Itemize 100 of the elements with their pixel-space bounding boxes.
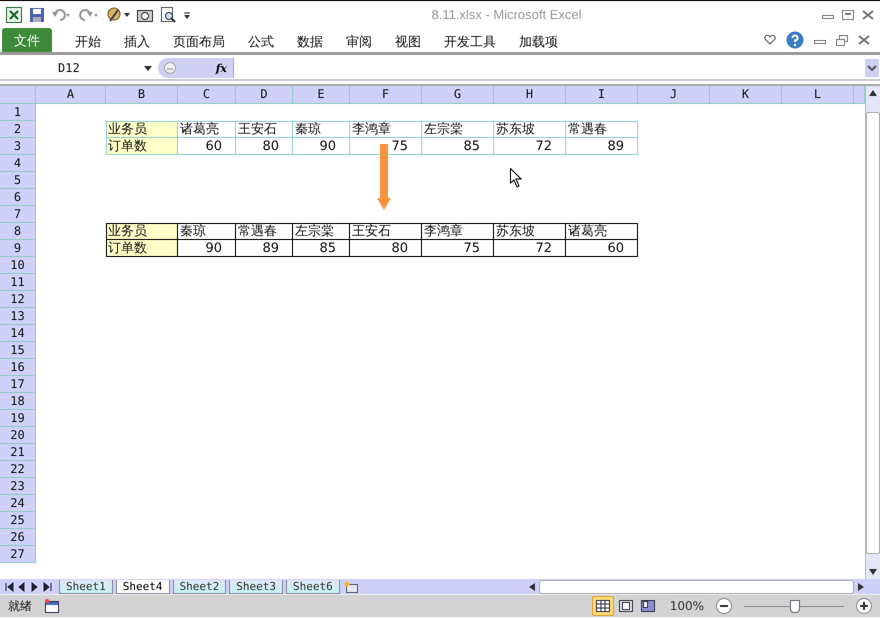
row-header[interactable]: 26 (0, 529, 36, 546)
restore-icon[interactable] (836, 34, 848, 46)
table-cell: 90 (293, 138, 350, 155)
close-icon[interactable] (862, 10, 874, 20)
undo-icon[interactable] (52, 8, 72, 22)
zoom-slider-thumb[interactable] (790, 600, 800, 612)
excel-logo-icon[interactable] (6, 6, 22, 22)
status-text: 就绪 (8, 598, 32, 614)
scroll-down-icon[interactable] (868, 569, 878, 575)
row-header[interactable]: 5 (0, 172, 36, 189)
sheet-tab[interactable]: Sheet2 (172, 580, 226, 594)
window-title: 8.11.xlsx - Microsoft Excel (430, 7, 583, 22)
row-header[interactable]: 11 (0, 274, 36, 291)
scroll-up-icon[interactable] (868, 90, 878, 96)
row-header[interactable]: 17 (0, 376, 36, 393)
row-header[interactable]: 19 (0, 410, 36, 427)
sheet-tab[interactable]: Sheet1 (59, 580, 113, 594)
scroll-right-icon[interactable] (858, 582, 864, 592)
row-header[interactable]: 22 (0, 461, 36, 478)
row-header[interactable]: 24 (0, 495, 36, 512)
table-cell: 75 (350, 138, 422, 155)
row-header[interactable]: 27 (0, 546, 36, 563)
scroll-left-icon[interactable] (529, 582, 535, 592)
sheet-tab[interactable]: Sheet4 (116, 580, 170, 594)
table-cell: 李鸿章 (422, 223, 494, 240)
ribbon-tab[interactable]: 插入 (124, 28, 150, 52)
row-header[interactable]: 16 (0, 359, 36, 376)
ribbon-tab[interactable]: 数据 (297, 28, 323, 52)
ribbon-tab[interactable]: 开发工具 (444, 28, 496, 52)
zoom-in-icon[interactable] (856, 598, 872, 614)
dropdown-caret-icon[interactable] (144, 66, 152, 70)
sheet-tab[interactable]: Sheet3 (229, 580, 283, 594)
ribbon-tab[interactable]: 视图 (395, 28, 421, 52)
heart-icon[interactable] (764, 35, 776, 45)
ribbon-tab[interactable]: 开始 (75, 28, 101, 52)
camera-icon[interactable] (137, 8, 153, 22)
row-header[interactable]: 8 (0, 223, 36, 240)
close-icon[interactable] (858, 35, 870, 45)
normal-view-button[interactable] (592, 596, 614, 616)
table-cell: 王安石 (236, 121, 293, 138)
table-cell: 订单数 (106, 138, 178, 155)
column-header[interactable]: A (36, 86, 106, 104)
row-header[interactable]: 7 (0, 206, 36, 223)
row-header[interactable]: 25 (0, 512, 36, 529)
maximize-icon[interactable] (842, 10, 854, 20)
expand-caret-icon[interactable] (865, 59, 879, 77)
help-icon[interactable] (786, 31, 804, 49)
row-header[interactable]: 23 (0, 478, 36, 495)
print-preview-icon[interactable] (160, 6, 176, 22)
column-header[interactable]: F (350, 86, 422, 104)
table-cell: 90 (178, 240, 236, 257)
column-header[interactable]: D (236, 86, 293, 104)
row-header[interactable]: 4 (0, 155, 36, 172)
row-header[interactable]: 18 (0, 393, 36, 410)
column-header[interactable]: I (566, 86, 638, 104)
table-cell: 60 (178, 138, 236, 155)
vertical-scrollbar[interactable] (865, 86, 880, 579)
table-cell: 常遇春 (566, 121, 638, 138)
tools-icon[interactable] (106, 6, 130, 22)
redo-icon[interactable] (79, 8, 99, 22)
column-header[interactable]: E (293, 86, 350, 104)
ribbon-tab[interactable]: 审阅 (346, 28, 372, 52)
row-header[interactable]: 20 (0, 427, 36, 444)
row-header[interactable]: 21 (0, 444, 36, 461)
new-sheet-icon[interactable] (342, 580, 359, 592)
column-header[interactable]: B (106, 86, 178, 104)
insert-function-button[interactable]: fx (216, 62, 227, 74)
column-header[interactable]: J (638, 86, 710, 104)
row-header[interactable]: 13 (0, 308, 36, 325)
ribbon-tab[interactable]: 公式 (248, 28, 274, 52)
row-header[interactable]: 2 (0, 121, 36, 138)
table-cell: 89 (566, 138, 638, 155)
row-header[interactable]: 15 (0, 342, 36, 359)
sheet-tab[interactable]: Sheet6 (286, 580, 340, 594)
row-header[interactable]: 12 (0, 291, 36, 308)
ribbon-tab[interactable]: 加载项 (519, 28, 558, 52)
row-header[interactable]: 9 (0, 240, 36, 257)
table-cell: 80 (350, 240, 422, 257)
row-header[interactable]: 14 (0, 325, 36, 342)
file-tab[interactable]: 文件 (2, 28, 52, 52)
zoom-out-icon[interactable] (716, 598, 732, 614)
row-header[interactable]: 3 (0, 138, 36, 155)
column-header[interactable]: K (710, 86, 782, 104)
row-header[interactable]: 10 (0, 257, 36, 274)
save-icon[interactable] (29, 6, 45, 22)
scrollbar-thumb[interactable] (866, 112, 880, 554)
name-box[interactable]: D12 (0, 58, 158, 78)
macro-record-icon[interactable] (44, 599, 60, 613)
row-header[interactable]: 6 (0, 189, 36, 206)
ribbon-tab[interactable]: 页面布局 (173, 28, 225, 52)
table-cell: 85 (422, 138, 494, 155)
column-header[interactable]: H (494, 86, 566, 104)
zoom-level: 100% (670, 599, 704, 613)
table-cell: 业务员 (106, 121, 178, 138)
table-cell: 89 (236, 240, 293, 257)
row-header[interactable]: 1 (0, 104, 36, 121)
column-header[interactable]: C (178, 86, 236, 104)
table-cell: 60 (566, 240, 638, 257)
column-header[interactable]: L (782, 86, 854, 104)
column-header[interactable]: G (422, 86, 494, 104)
